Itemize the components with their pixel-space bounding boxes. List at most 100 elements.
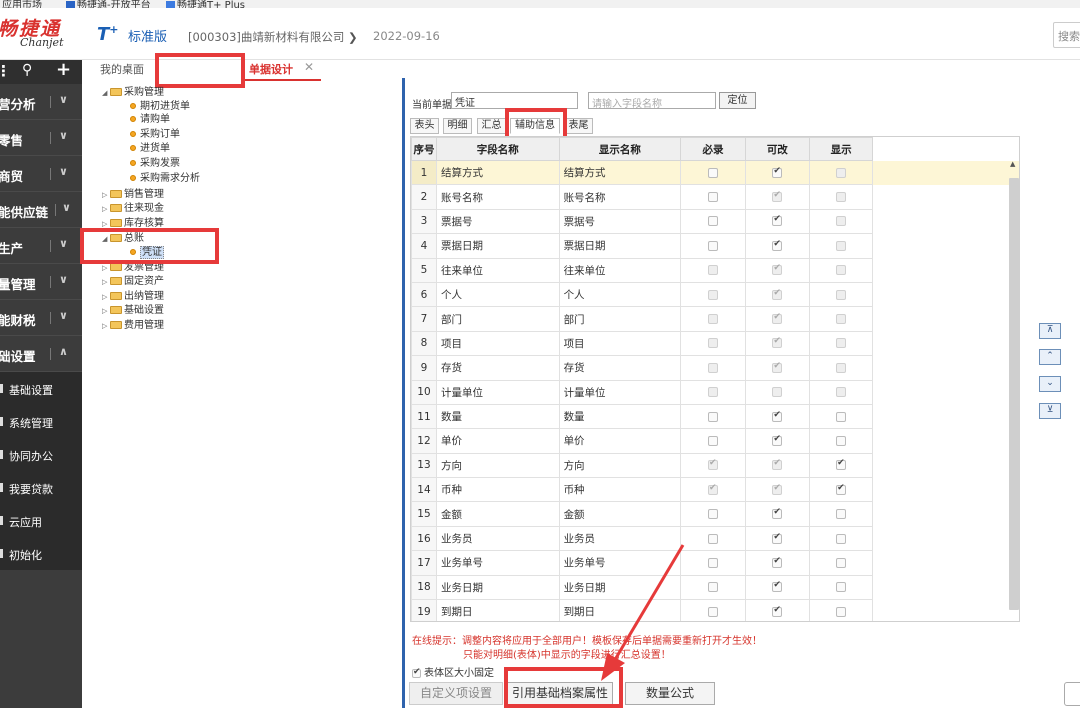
table-row[interactable]: 16 业务员 业务员 bbox=[411, 525, 1019, 552]
grid-menu-icon[interactable]: ⋮ bbox=[0, 62, 11, 80]
table-row[interactable]: 14 币种 币种 bbox=[411, 477, 1019, 503]
table-row[interactable]: 4 票据日期 票据日期 bbox=[411, 233, 1019, 259]
checkbox-editable[interactable] bbox=[772, 580, 783, 593]
tab-summary[interactable]: 汇总 bbox=[477, 118, 506, 134]
bookmark-tplus[interactable]: 畅捷通T+ Plus bbox=[166, 0, 245, 8]
sidebar-subitem-basic-settings[interactable]: 基础设置 bbox=[0, 372, 82, 405]
checkbox-required[interactable] bbox=[708, 216, 719, 227]
sidebar-item-basic-settings[interactable]: 础设置 ∧ bbox=[0, 336, 82, 372]
table-row[interactable]: 5 往来单位 往来单位 bbox=[411, 257, 1019, 283]
tab-aux-info[interactable]: 辅助信息 bbox=[510, 118, 560, 134]
locate-button[interactable]: 定位 bbox=[719, 92, 756, 109]
move-down-button[interactable]: ⌄ bbox=[1039, 376, 1061, 392]
cell-display-name[interactable]: 单价 bbox=[558, 428, 682, 454]
move-up-button[interactable]: ⌃ bbox=[1039, 349, 1061, 365]
checkbox-required[interactable] bbox=[708, 240, 719, 251]
tree-leaf[interactable]: 期初进货单 bbox=[130, 100, 190, 113]
fix-area-checkbox[interactable]: 表体区大小固定 bbox=[412, 664, 494, 679]
cell-display-name[interactable]: 结算方式 bbox=[558, 159, 682, 186]
cell-display-name[interactable]: 方向 bbox=[558, 452, 682, 479]
tree-folder[interactable]: ▷ 往来现金 bbox=[102, 202, 164, 215]
checkbox-required[interactable] bbox=[708, 533, 719, 544]
expand-open-icon[interactable]: ◢ bbox=[102, 87, 110, 100]
checkbox-editable[interactable] bbox=[772, 166, 783, 178]
table-row[interactable]: 7 部门 部门 bbox=[411, 306, 1019, 332]
expand-closed-icon[interactable]: ▷ bbox=[102, 203, 110, 216]
table-row[interactable]: 6 个人 个人 bbox=[411, 281, 1019, 308]
checkbox-visible[interactable] bbox=[836, 509, 847, 520]
cell-display-name[interactable]: 个人 bbox=[558, 281, 682, 308]
tree-leaf[interactable]: 凭证 bbox=[130, 246, 164, 259]
ref-archive-attr-button[interactable]: 引用基础档案属性 bbox=[507, 682, 613, 705]
cell-display-name[interactable]: 项目 bbox=[558, 330, 682, 357]
tree-folder[interactable]: ▷ 库存核算 bbox=[102, 217, 164, 230]
cell-display-name[interactable]: 票据号 bbox=[558, 208, 682, 235]
table-row[interactable]: 10 计量单位 计量单位 bbox=[411, 379, 1019, 405]
cell-display-name[interactable]: 计量单位 bbox=[558, 379, 682, 405]
tab-document-design[interactable]: 单据设计 ✕ bbox=[241, 60, 321, 81]
expand-closed-icon[interactable]: ▷ bbox=[102, 320, 110, 333]
tree-leaf[interactable]: 采购需求分析 bbox=[130, 172, 200, 185]
tree-leaf[interactable]: 进货单 bbox=[130, 142, 170, 155]
tree-folder[interactable]: ◢ 采购管理 bbox=[102, 86, 164, 99]
move-bottom-button[interactable]: ⊻ bbox=[1039, 403, 1061, 419]
tree-folder[interactable]: ▷ 基础设置 bbox=[102, 304, 164, 317]
checkbox-editable[interactable] bbox=[772, 214, 783, 227]
checkbox-required[interactable] bbox=[708, 557, 719, 568]
close-icon[interactable]: ✕ bbox=[304, 60, 314, 74]
sidebar-item-supply-chain[interactable]: 能供应链 ∨ bbox=[0, 192, 82, 228]
checkbox-editable[interactable] bbox=[772, 532, 783, 544]
tree-folder[interactable]: ▷ 销售管理 bbox=[102, 188, 164, 201]
table-row[interactable]: 3 票据号 票据号 bbox=[411, 208, 1019, 235]
checkbox-editable[interactable] bbox=[772, 434, 783, 446]
table-row[interactable]: 12 单价 单价 bbox=[411, 428, 1019, 454]
sidebar-item-production[interactable]: 生产 ∨ bbox=[0, 228, 82, 264]
sidebar-subitem-cloud-app[interactable]: 云应用 bbox=[0, 504, 82, 537]
tree-folder[interactable]: ◢ 总账 bbox=[102, 232, 144, 245]
cell-display-name[interactable]: 票据日期 bbox=[558, 233, 682, 259]
scroll-up-icon[interactable]: ▲ bbox=[1010, 160, 1015, 168]
table-row[interactable]: 8 项目 项目 bbox=[411, 330, 1019, 357]
cell-display-name[interactable]: 金额 bbox=[558, 501, 682, 527]
checkbox-visible[interactable] bbox=[836, 458, 847, 471]
expand-closed-icon[interactable]: ▷ bbox=[102, 189, 110, 202]
tree-leaf[interactable]: 请购单 bbox=[130, 113, 170, 126]
tree-folder[interactable]: ▷ 出纳管理 bbox=[102, 290, 164, 303]
sidebar-item-finance-tax[interactable]: 能财税 ∨ bbox=[0, 300, 82, 336]
checkbox-editable[interactable] bbox=[772, 410, 783, 422]
table-row[interactable]: 1 结算方式 结算方式 bbox=[411, 159, 1019, 186]
checkbox-visible[interactable] bbox=[836, 606, 847, 617]
table-row[interactable]: 2 账号名称 账号名称 bbox=[411, 184, 1019, 210]
sidebar-item-trade[interactable]: 商贸 ∨ bbox=[0, 156, 82, 192]
checkbox-visible[interactable] bbox=[836, 483, 847, 495]
checkbox-required[interactable] bbox=[708, 606, 719, 617]
checkbox-required[interactable] bbox=[708, 411, 719, 422]
move-top-button[interactable]: ⊼ bbox=[1039, 323, 1061, 339]
scrollbar-thumb[interactable] bbox=[1009, 178, 1019, 610]
checkbox-editable[interactable] bbox=[772, 605, 783, 617]
cell-display-name[interactable]: 部门 bbox=[558, 306, 682, 332]
company-selector[interactable]: [000303]曲靖新材料有限公司 ❯ bbox=[188, 29, 358, 45]
checkbox-required[interactable] bbox=[708, 582, 719, 593]
checkbox-visible[interactable] bbox=[836, 533, 847, 544]
cell-display-name[interactable]: 存货 bbox=[558, 355, 682, 381]
checkbox-required[interactable] bbox=[708, 435, 719, 446]
field-search-input[interactable]: 请输入字段名称 bbox=[588, 92, 716, 110]
sidebar-subitem-system-mgmt[interactable]: 系统管理 bbox=[0, 405, 82, 438]
tab-detail[interactable]: 明细 bbox=[443, 118, 472, 134]
sidebar-subitem-loan[interactable]: 我要贷款 bbox=[0, 471, 82, 504]
table-row[interactable]: 9 存货 存货 bbox=[411, 355, 1019, 381]
custom-items-button[interactable]: 自定义项设置 bbox=[409, 682, 503, 705]
sidebar-item-business-analysis[interactable]: 营分析 ∨ bbox=[0, 84, 82, 120]
table-row[interactable]: 11 数量 数量 bbox=[411, 403, 1019, 430]
expand-closed-icon[interactable]: ▷ bbox=[102, 291, 110, 304]
checkbox-visible[interactable] bbox=[836, 411, 847, 422]
checkbox-required[interactable] bbox=[708, 192, 719, 203]
checkbox-visible[interactable] bbox=[836, 435, 847, 446]
expand-closed-icon[interactable]: ▷ bbox=[102, 276, 110, 289]
grid-scrollbar[interactable]: ▲ bbox=[1008, 160, 1020, 622]
tree-leaf[interactable]: 采购订单 bbox=[130, 128, 180, 141]
search-input[interactable]: 搜索 bbox=[1053, 22, 1080, 48]
tree-leaf[interactable]: 采购发票 bbox=[130, 157, 180, 170]
tree-folder[interactable]: ▷ 费用管理 bbox=[102, 319, 164, 332]
